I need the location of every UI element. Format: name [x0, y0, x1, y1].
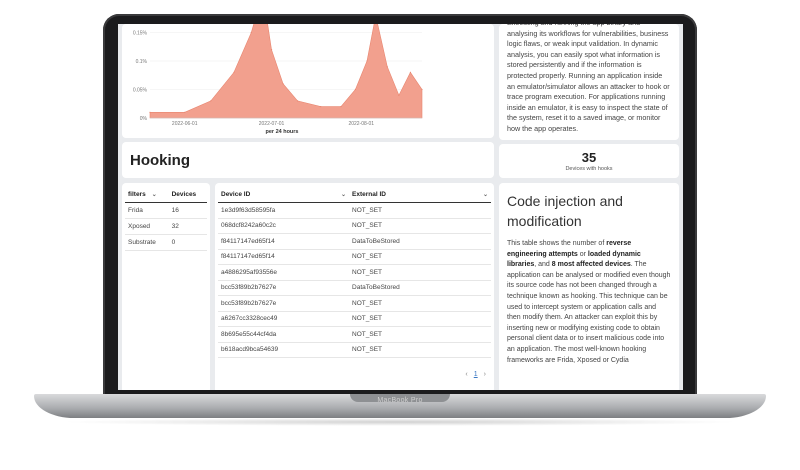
data-point	[250, 31, 252, 34]
data-point	[398, 94, 400, 96]
table-row[interactable]: 068dcf8242a60c2c NOT_SET	[218, 218, 491, 234]
y-tick-label: 0.05%	[133, 88, 148, 94]
attempts-chart: 0.15% 0.1% 0.05% 0% 2022-06-01 2022-07-01 2022…	[133, 24, 423, 127]
device-id: a4886295af93556e	[218, 264, 350, 281]
filter-count: 16	[168, 202, 207, 219]
y-tick-label: 0%	[140, 116, 148, 122]
external-id: NOT_SET	[349, 218, 491, 234]
filters-column-header[interactable]: filters ⌄	[125, 187, 169, 203]
code-injection-text: This table shows the number of reverse e…	[507, 240, 671, 364]
filter-row-frida[interactable]: Frida 16	[125, 202, 207, 219]
attempts-chart-card: 0.15% 0.1% 0.05% 0% 2022-06-01 2022-07-01 2022…	[122, 24, 494, 138]
device-id: 8b695e55c44cf4da	[218, 326, 350, 343]
data-point	[184, 111, 186, 113]
device-id: f84117147ed65f14	[218, 233, 350, 250]
stat-label: Devices with hooks	[565, 166, 613, 172]
chevron-down-icon[interactable]: ⌄	[483, 191, 488, 198]
devices-with-hooks-stat: 35 Devices with hooks	[499, 144, 679, 178]
prev-page-button[interactable]: ‹	[465, 371, 467, 378]
device-id: f84117147ed65f14	[218, 249, 350, 265]
filter-row-substrate[interactable]: Substrate 0	[125, 234, 207, 251]
devices-table: Device ID ⌄ External ID ⌄ 1e3d9f63d58595fa…	[218, 187, 491, 358]
data-point	[386, 66, 388, 68]
device-id: bcc53f89b2b7627e	[218, 280, 350, 296]
model-label: MacBook Pro	[377, 397, 423, 404]
table-row[interactable]: 8b695e55c44cf4da NOT_SET	[218, 326, 491, 343]
table-row[interactable]: bcc53f89b2b7627e NOT_SET	[218, 295, 491, 312]
table-row[interactable]: b618acd9bca54639 NOT_SET	[218, 342, 491, 358]
data-point	[320, 106, 322, 108]
device-id: b618acd9bca54639	[218, 342, 350, 358]
table-row[interactable]: a4886295af93556e NOT_SET	[218, 264, 491, 281]
filter-row-xposed[interactable]: Xposed 32	[125, 218, 207, 235]
dynamic-analysis-card: Executing and running the app binary and…	[499, 24, 679, 140]
next-page-button[interactable]: ›	[484, 371, 486, 378]
filter-name: Substrate	[125, 234, 169, 251]
x-tick-label: 2022-06-01	[172, 121, 198, 127]
chevron-down-icon[interactable]: ⌄	[341, 191, 346, 198]
hooking-header-card: Hooking	[122, 142, 494, 178]
external-id: NOT_SET	[349, 342, 491, 358]
filter-name: Frida	[125, 202, 169, 219]
data-point	[366, 60, 368, 62]
table-row[interactable]: 1e3d9f63d58595fa NOT_SET	[218, 202, 491, 219]
filters-header-row: filters ⌄ Devices	[125, 187, 207, 203]
stat-value: 35	[581, 150, 597, 165]
data-point	[233, 71, 235, 73]
filter-count: 0	[168, 234, 207, 251]
external-id: DataToBeStored	[349, 233, 491, 250]
data-point	[149, 111, 151, 113]
devices-table-card: Device ID ⌄ External ID ⌄ 1e3d9f63d58595fa…	[215, 183, 494, 390]
filter-count: 32	[168, 218, 207, 235]
x-tick-label: 2022-07-01	[259, 121, 285, 127]
device-id: 1e3d9f63d58595fa	[218, 202, 350, 219]
devices-column-header[interactable]: Devices	[168, 187, 207, 203]
device-id: bcc53f89b2b7627e	[218, 295, 350, 312]
table-row[interactable]: f84117147ed65f14 DataToBeStored	[218, 233, 491, 250]
external-id: NOT_SET	[349, 202, 491, 219]
filters-table-card: filters ⌄ Devices Frida 16 Xposed 32 Subs…	[122, 183, 210, 390]
external-id: NOT_SET	[349, 249, 491, 265]
table-row[interactable]: a6267cc3328cec49 NOT_SET	[218, 311, 491, 327]
data-point	[210, 100, 212, 102]
data-point	[340, 106, 342, 108]
y-tick-label: 0.1%	[136, 59, 148, 65]
data-point	[421, 88, 423, 91]
table-row[interactable]: bcc53f89b2b7627e DataToBeStored	[218, 280, 491, 296]
code-injection-card: Code injection and modification This tab…	[499, 183, 679, 390]
filters-table: filters ⌄ Devices Frida 16 Xposed 32 Subs…	[125, 187, 207, 251]
external-id: NOT_SET	[349, 311, 491, 327]
area-series	[149, 24, 423, 119]
laptop-shadow	[60, 418, 740, 426]
page-1-button[interactable]: 1	[474, 371, 478, 378]
data-point	[354, 88, 357, 91]
data-point	[409, 71, 412, 73]
devices-header-row: Device ID ⌄ External ID ⌄	[218, 187, 491, 203]
external-id: NOT_SET	[349, 326, 491, 343]
x-tick-label: 2022-08-01	[348, 121, 374, 127]
data-point	[270, 49, 273, 51]
chart-x-label: per 24 hours	[265, 129, 299, 135]
external-id: NOT_SET	[349, 264, 491, 281]
screen: 0.15% 0.1% 0.05% 0% 2022-06-01 2022-07-01 2022…	[118, 24, 683, 390]
data-point	[282, 83, 284, 85]
data-point	[296, 100, 299, 102]
table-row[interactable]: f84117147ed65f14 NOT_SET	[218, 249, 491, 265]
device-id-column-header[interactable]: Device ID ⌄	[218, 187, 350, 203]
device-id: a6267cc3328cec49	[218, 311, 350, 327]
external-id: DataToBeStored	[349, 280, 491, 296]
section-title: Hooking	[130, 152, 190, 169]
chevron-down-icon[interactable]: ⌄	[152, 192, 157, 198]
external-id-column-header[interactable]: External ID ⌄	[349, 187, 491, 203]
device-id: 068dcf8242a60c2c	[218, 218, 350, 234]
dynamic-analysis-text: Executing and running the app binary and…	[507, 24, 670, 133]
filter-name: Xposed	[125, 218, 169, 235]
y-tick-label: 0.15%	[133, 31, 148, 37]
code-injection-title: Code injection and modification	[507, 193, 623, 229]
external-id: NOT_SET	[349, 295, 491, 312]
pagination: ‹ 1 ›	[465, 371, 486, 378]
